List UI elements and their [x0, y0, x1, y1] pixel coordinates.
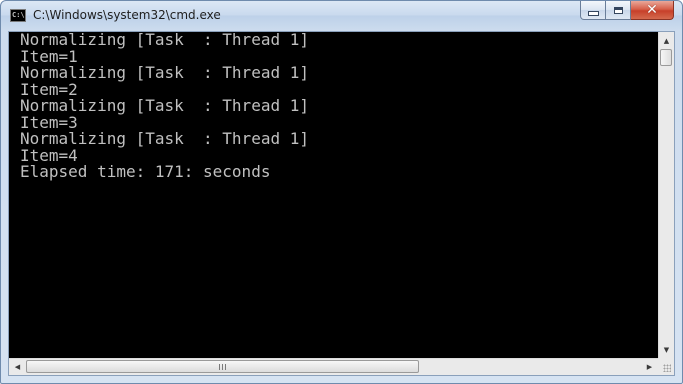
- maximize-icon: [613, 6, 623, 14]
- close-icon: ✕: [646, 2, 658, 18]
- cmd-icon[interactable]: C:\: [10, 9, 26, 22]
- console-line: Normalizing [Task : Thread 1]: [20, 63, 309, 82]
- cmd-window: C:\ C:\Windows\system32\cmd.exe ✕ Normal…: [0, 0, 683, 384]
- minimize-icon: [587, 11, 599, 16]
- caption-buttons: ✕: [580, 1, 674, 21]
- scroll-up-arrow-icon[interactable]: ▲: [659, 32, 674, 49]
- scroll-right-arrow-icon[interactable]: ▶: [641, 359, 658, 375]
- console-line: Elapsed time: 171: seconds: [20, 162, 271, 181]
- maximize-button[interactable]: [606, 1, 631, 20]
- scroll-left-arrow-icon[interactable]: ◀: [9, 359, 26, 375]
- vertical-scroll-thumb[interactable]: [660, 49, 672, 66]
- minimize-button[interactable]: [580, 1, 606, 20]
- console-line: Normalizing [Task : Thread 1]: [20, 32, 309, 49]
- grip-icon: [218, 363, 227, 370]
- close-button[interactable]: ✕: [631, 1, 674, 20]
- scroll-down-arrow-icon[interactable]: ▼: [659, 341, 674, 358]
- horizontal-scroll-thumb[interactable]: [26, 360, 419, 373]
- window-title: C:\Windows\system32\cmd.exe: [33, 8, 221, 22]
- horizontal-scrollbar[interactable]: ◀ ▶: [9, 358, 658, 375]
- console-output[interactable]: Normalizing [Task : Thread 1] Item=1 Nor…: [9, 32, 658, 358]
- resize-grip[interactable]: [658, 358, 674, 375]
- resize-grip-icon: [663, 364, 671, 372]
- client-area: Normalizing [Task : Thread 1] Item=1 Nor…: [8, 31, 675, 376]
- vertical-scrollbar[interactable]: ▲ ▼: [658, 32, 674, 358]
- console-line: Normalizing [Task : Thread 1]: [20, 96, 309, 115]
- title-bar[interactable]: C:\ C:\Windows\system32\cmd.exe ✕: [1, 1, 682, 31]
- console-line: Normalizing [Task : Thread 1]: [20, 129, 309, 148]
